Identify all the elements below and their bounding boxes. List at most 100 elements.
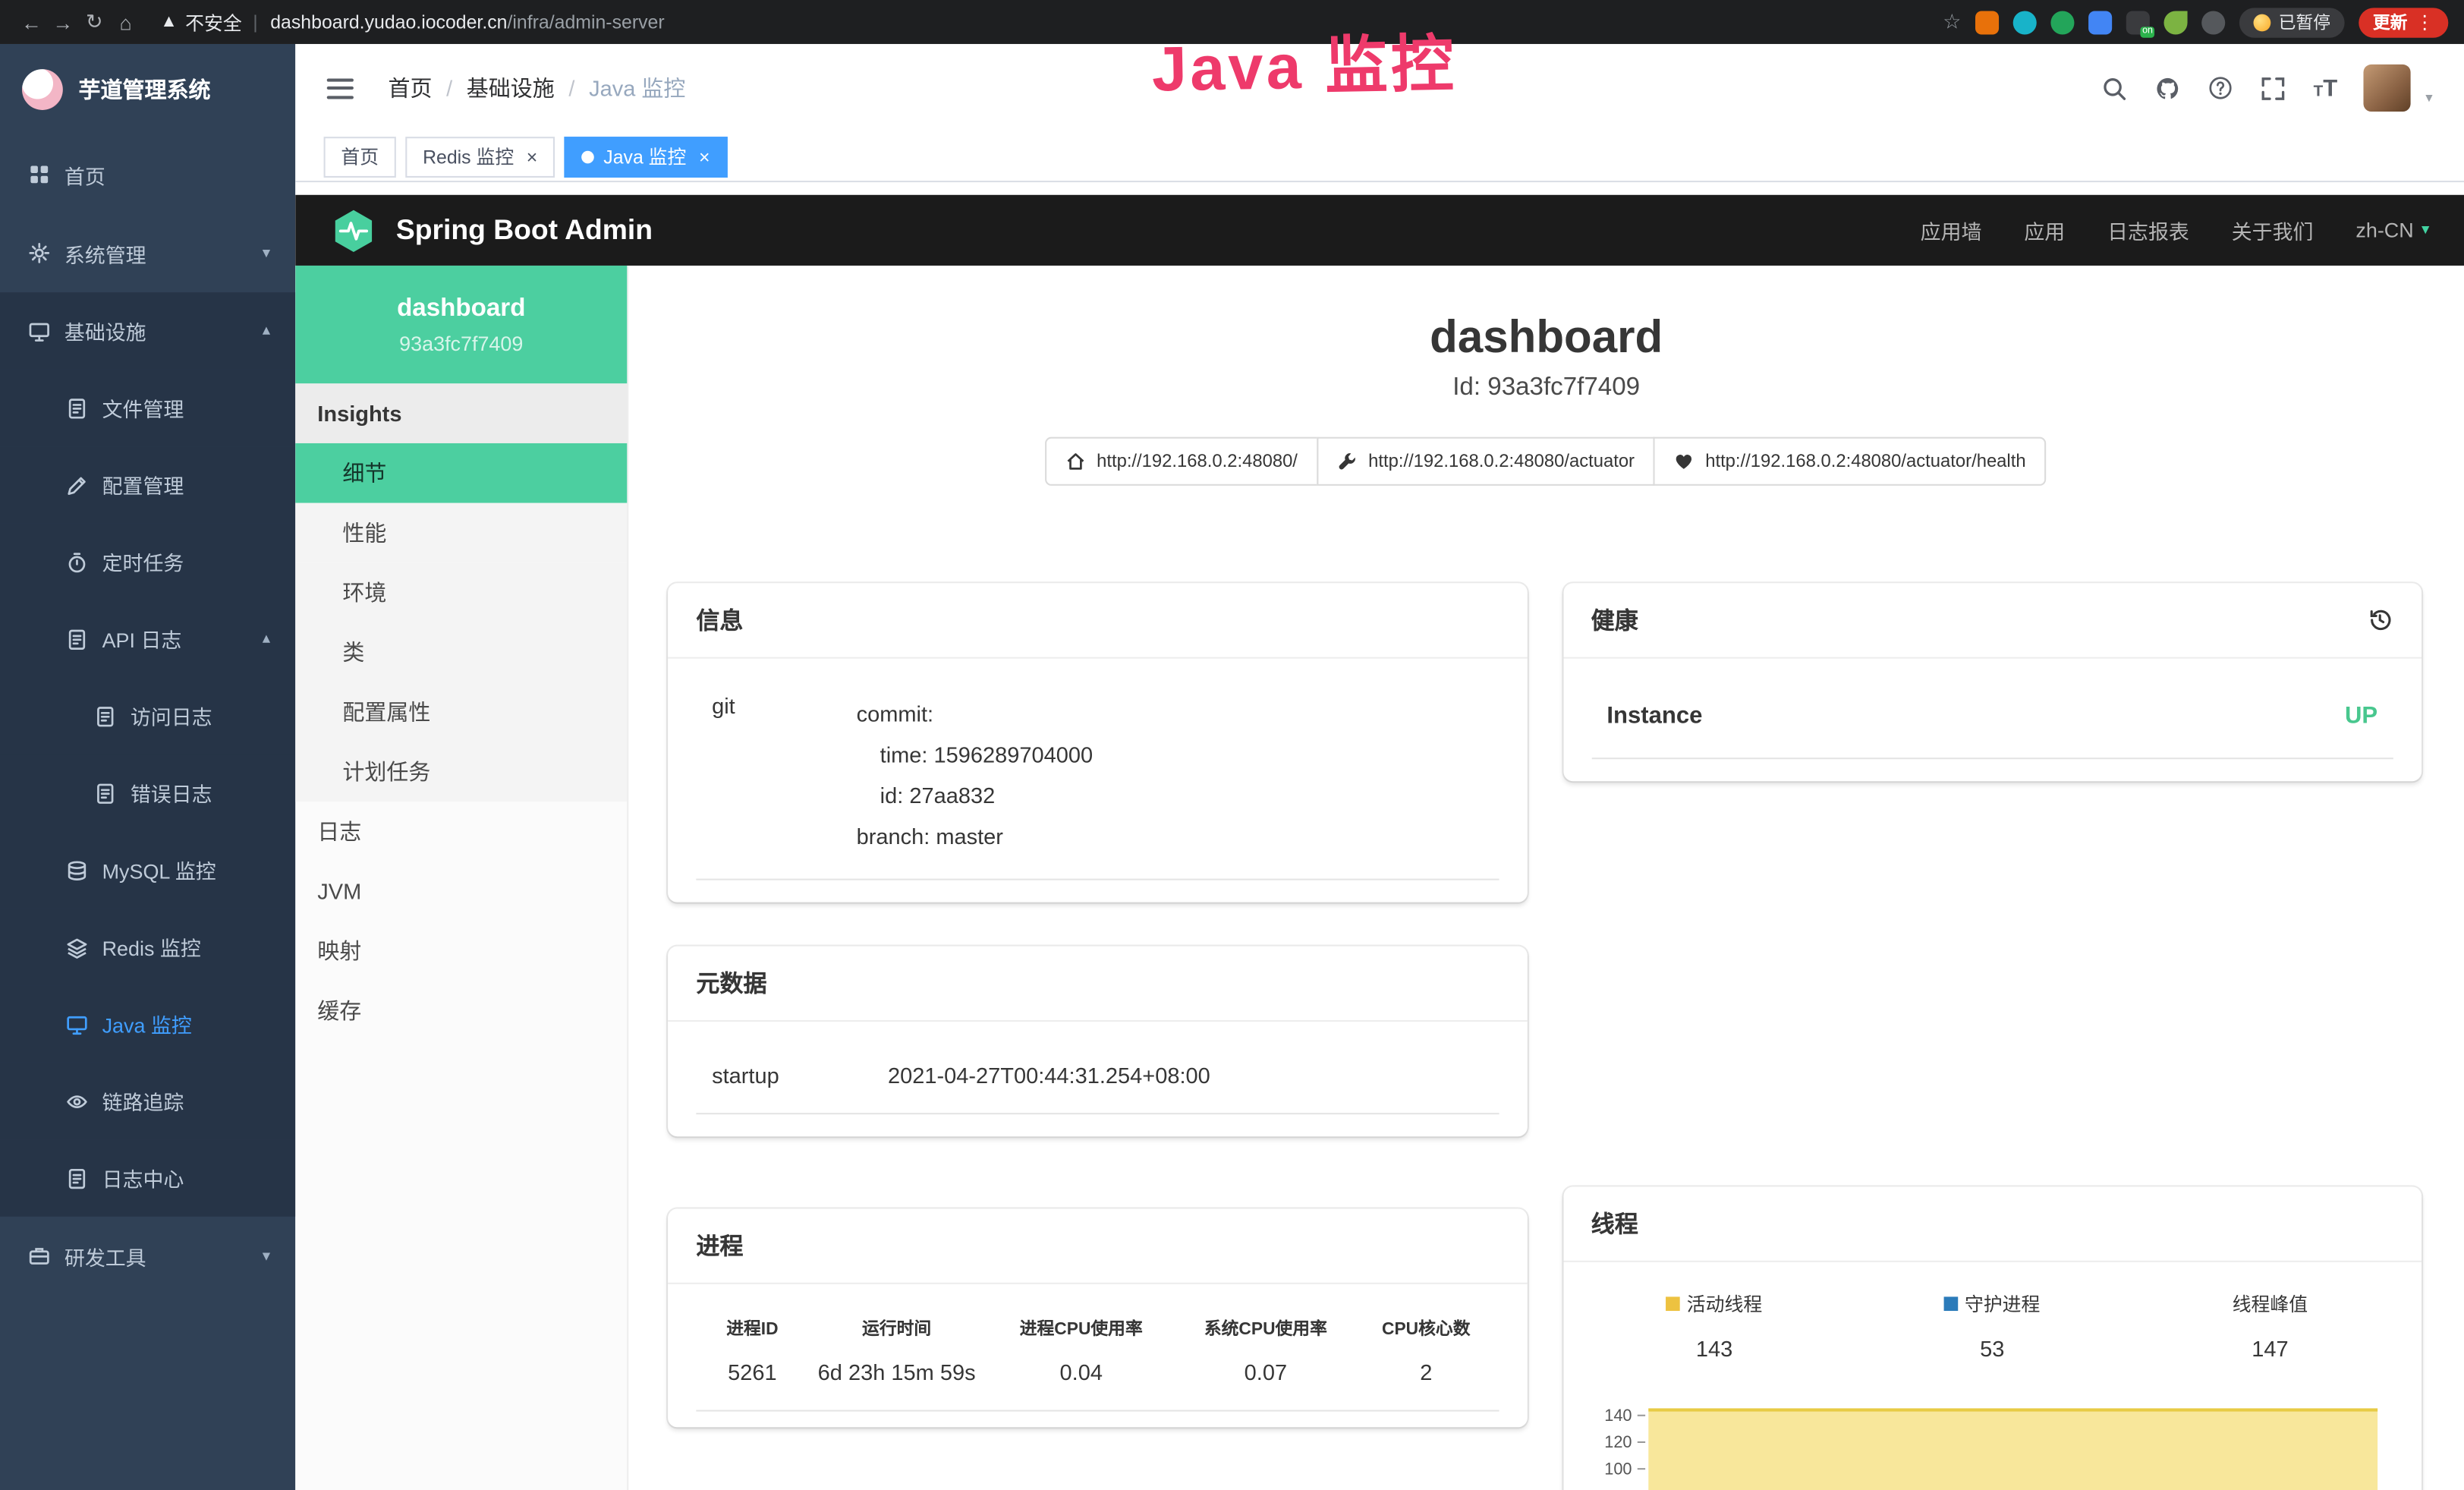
sidebar-item-scheduled-tasks[interactable]: 定时任务 — [0, 524, 295, 600]
sidebar-item-trace[interactable]: 链路追踪 — [0, 1063, 295, 1139]
forward-icon[interactable]: → — [47, 10, 78, 33]
breadcrumb-infrastructure[interactable]: 基础设施 — [467, 72, 555, 103]
sba-item-scheduled[interactable]: 计划任务 — [295, 742, 627, 802]
sidebar-item-config-management[interactable]: 配置管理 — [0, 446, 295, 523]
sba-item-metrics[interactable]: 性能 — [295, 503, 627, 563]
layers-icon — [66, 936, 88, 958]
sidebar-item-home[interactable]: 首页 — [0, 135, 295, 214]
legend-item[interactable]: 活动线程 — [1575, 1290, 1853, 1317]
edit-icon — [66, 474, 88, 496]
heart-icon — [1674, 451, 1695, 471]
close-icon[interactable]: × — [699, 146, 710, 168]
url-domain: dashboard.yudao.iocoder.cn — [270, 11, 507, 33]
legend-item[interactable]: 守护进程 — [1853, 1290, 2131, 1317]
paused-badge[interactable]: 已暂停 — [2239, 7, 2345, 36]
legend-daemon-threads: 守护进程 53 — [1853, 1290, 2131, 1361]
threads-chart: 140 120 100 — [1591, 1402, 2387, 1490]
close-icon[interactable]: × — [527, 146, 538, 168]
sba-item-caches[interactable]: 缓存 — [295, 981, 627, 1041]
avatar-caret-icon[interactable]: ▾ — [2425, 90, 2432, 112]
sidebar-item-file-management[interactable]: 文件管理 — [0, 370, 295, 446]
sba-body: dashboard 93a3fc7f7409 Insights 细节 性能 环境… — [295, 266, 2464, 1490]
search-icon[interactable] — [2101, 74, 2128, 101]
app-logo — [22, 69, 63, 110]
instance-id: 93a3fc7f7409 — [399, 331, 523, 354]
database-icon — [66, 859, 88, 881]
gear-icon — [28, 242, 50, 264]
security-label[interactable]: 不安全 — [185, 8, 242, 35]
extension-icon-2[interactable] — [2013, 10, 2037, 33]
sba-item-config-props[interactable]: 配置属性 — [295, 682, 627, 742]
legend-peak-threads: 线程峰值 147 — [2131, 1290, 2409, 1361]
breadcrumb-home[interactable]: 首页 — [388, 72, 432, 103]
sidebar-item-mysql-monitor[interactable]: MySQL 监控 — [0, 831, 295, 908]
tab-redis-monitor[interactable]: Redis 监控 × — [405, 136, 555, 177]
sba-item-jvm[interactable]: JVM — [295, 862, 627, 921]
sba-item-classes[interactable]: 类 — [295, 622, 627, 682]
font-size-icon[interactable]: TT — [2314, 76, 2338, 99]
update-button[interactable]: 更新⋮ — [2359, 7, 2448, 36]
sidebar-item-api-logs[interactable]: API 日志 ▴ — [0, 600, 295, 677]
fullscreen-icon[interactable] — [2260, 74, 2286, 101]
hamburger-icon[interactable] — [327, 78, 354, 99]
back-icon[interactable]: ← — [16, 10, 47, 33]
home-icon[interactable]: ⌂ — [110, 10, 141, 33]
sba-item-details[interactable]: 细节 — [295, 443, 627, 503]
sba-nav-journal[interactable]: 日志报表 — [2107, 216, 2189, 245]
sidebar-item-infrastructure[interactable]: 基础设施 ▴ — [0, 292, 295, 369]
sba-item-logs[interactable]: 日志 — [295, 802, 627, 862]
card-title: 健康 — [1591, 603, 1638, 636]
extension-icon-5[interactable]: on — [2126, 10, 2150, 33]
extension-icon-1[interactable] — [1975, 10, 1999, 33]
sba-nav-wallboard[interactable]: 应用墙 — [1921, 216, 1982, 245]
legend-live-threads: 活动线程 143 — [1575, 1290, 1853, 1361]
sba-item-environment[interactable]: 环境 — [295, 562, 627, 622]
sba-nav: 应用墙 应用 日志报表 关于我们 zh-CN ▾ — [1921, 216, 2430, 245]
history-icon[interactable] — [2367, 606, 2393, 633]
sba-nav-applications[interactable]: 应用 — [2024, 216, 2065, 245]
extension-icon-6[interactable] — [2163, 10, 2187, 33]
reload-icon[interactable]: ↻ — [79, 9, 110, 34]
locale-selector[interactable]: zh-CN ▾ — [2355, 219, 2429, 242]
sidebar-item-log-center[interactable]: 日志中心 — [0, 1139, 295, 1216]
tab-home[interactable]: 首页 — [324, 136, 396, 177]
spring-boot-admin-logo — [330, 206, 377, 254]
process-card: 进程 进程ID 5261 运行时间 — [668, 1208, 1527, 1427]
sidebar-item-java-monitor[interactable]: Java 监控 — [0, 985, 295, 1062]
sidebar-item-error-logs[interactable]: 错误日志 — [0, 754, 295, 831]
extension-icon-7[interactable] — [2201, 10, 2225, 33]
github-icon[interactable] — [2154, 74, 2181, 101]
briefcase-icon — [28, 1245, 50, 1267]
sidebar-item-redis-monitor[interactable]: Redis 监控 — [0, 909, 295, 985]
actuator-url-button[interactable]: http://192.168.0.2:48080/actuator — [1317, 437, 1655, 486]
metadata-row-startup: startup 2021-04-27T00:44:31.254+08:00 — [696, 1044, 1498, 1114]
instance-links: http://192.168.0.2:48080/ http://192.168… — [628, 437, 2464, 486]
chevron-down-icon: ▾ — [2422, 222, 2429, 239]
extension-icon-3[interactable] — [2050, 10, 2074, 33]
extension-icon-4[interactable] — [2088, 10, 2112, 33]
metadata-value: 2021-04-27T00:44:31.254+08:00 — [888, 1063, 1210, 1088]
sba-nav-about[interactable]: 关于我们 — [2232, 216, 2314, 245]
sidebar-item-access-logs[interactable]: 访问日志 — [0, 678, 295, 754]
tab-java-monitor[interactable]: Java 监控 × — [565, 136, 728, 177]
health-label: Instance — [1606, 703, 1702, 729]
sba-brand[interactable]: Spring Boot Admin — [396, 214, 653, 247]
browser-chrome: ← → ↻ ⌂ ▲ 不安全 | dashboard.yudao.iocoder.… — [0, 0, 2464, 44]
page-subtitle: Id: 93a3fc7f7409 — [628, 374, 2464, 402]
address-bar[interactable]: ▲ 不安全 | dashboard.yudao.iocoder.cn/infra… — [160, 8, 664, 35]
avatar[interactable] — [2364, 65, 2411, 112]
chart-y-axis: 140 120 100 — [1591, 1402, 1644, 1490]
kebab-menu-icon[interactable]: ⋮ — [2415, 11, 2434, 33]
service-url-button[interactable]: http://192.168.0.2:48080/ — [1045, 437, 1318, 486]
browser-actions: ☆ on 已暂停 更新⋮ — [1943, 7, 2448, 36]
spacer — [295, 182, 2464, 195]
sba-header: Spring Boot Admin 应用墙 应用 日志报表 关于我们 zh-CN… — [295, 195, 2464, 266]
chevron-up-icon: ▴ — [263, 323, 270, 340]
sidebar-item-dev-tools[interactable]: 研发工具 ▾ — [0, 1217, 295, 1296]
sba-item-mappings[interactable]: 映射 — [295, 921, 627, 981]
app-title: 芋道管理系统 — [79, 74, 211, 105]
help-icon[interactable] — [2208, 75, 2233, 100]
sidebar-item-system-management[interactable]: 系统管理 ▾ — [0, 214, 295, 293]
health-url-button[interactable]: http://192.168.0.2:48080/actuator/health — [1654, 437, 2047, 486]
bookmark-star-icon[interactable]: ☆ — [1943, 9, 1961, 34]
